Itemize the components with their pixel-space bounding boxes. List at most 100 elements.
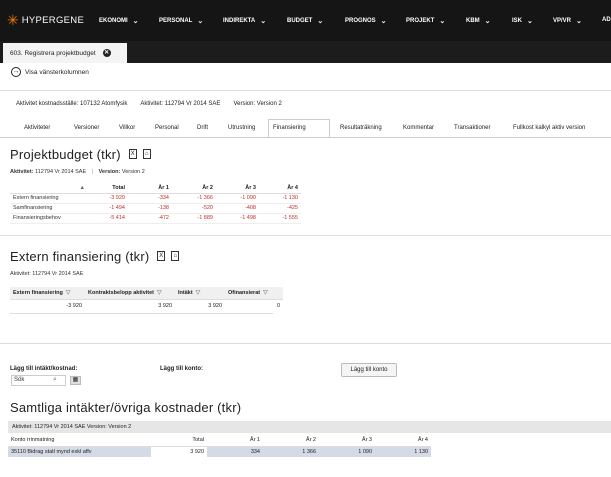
column-header[interactable]: Konto rrinmatning	[8, 435, 151, 447]
nav-projekt[interactable]: PROJEKT ⌄	[406, 17, 445, 25]
column-label: Extern finansiering	[13, 290, 63, 297]
row-label: Extern finansiering	[10, 193, 88, 204]
tab-kommentar[interactable]: Kommentar	[399, 119, 438, 137]
cell[interactable]: 334	[207, 446, 263, 457]
column-header[interactable]: Total	[151, 435, 207, 447]
column-header[interactable]: År 4	[375, 435, 431, 447]
cell: 0	[276, 302, 280, 309]
cell: -3 920	[88, 193, 128, 204]
table-header-row: ▲ Total År 1 År 2 År 3 År 4	[10, 183, 301, 194]
samtliga-heading: Samtliga intäkter/övriga kostnader (tkr)	[10, 400, 242, 415]
cell[interactable]: 1 130	[375, 446, 431, 457]
cell: -425	[259, 203, 301, 214]
cell: -520	[172, 203, 216, 214]
excel-export-icon[interactable]: X	[157, 250, 166, 261]
filter-icon[interactable]: ▽	[196, 290, 201, 296]
add-account-label: Lägg till konto:	[160, 366, 203, 372]
nav-label: PROGNOS	[345, 18, 376, 24]
cell: -1 494	[88, 203, 128, 214]
nav-indirekta[interactable]: INDIREKTA ⌄	[223, 17, 266, 25]
column-header[interactable]: År 2	[172, 183, 216, 194]
column-header[interactable]: Intäkt ▽	[175, 287, 225, 300]
add-account-button[interactable]: Lägg till konto	[341, 363, 397, 377]
tab-personal[interactable]: Personal	[151, 119, 183, 137]
version-value: Version 2	[121, 169, 145, 175]
cell: -1 889	[172, 213, 216, 224]
tab-finansiering[interactable]: Finansiering	[268, 119, 330, 137]
column-header[interactable]: År 1	[128, 183, 172, 194]
column-header[interactable]: Extern finansiering ▽	[10, 287, 85, 300]
grid-icon[interactable]: ▦	[70, 376, 81, 385]
hypergene-logo-icon: ✳	[7, 12, 19, 28]
tab-fullkost[interactable]: Fullkost kalkyl aktiv version	[509, 119, 589, 137]
cell: -334	[128, 193, 172, 204]
nav-personal[interactable]: PERSONAL ⌄	[159, 17, 203, 25]
search-icon[interactable]: ⌕	[53, 376, 57, 384]
pdf-export-icon[interactable]: ⌂	[142, 148, 151, 159]
close-icon[interactable]: ✕	[102, 49, 111, 57]
document-tab-label: 603. Registrera projektbudget	[10, 49, 96, 57]
logo[interactable]: ✳ HYPERGENE	[7, 13, 84, 27]
cell[interactable]: 3 920	[151, 446, 207, 457]
chevron-down-icon: ⌄	[576, 18, 582, 25]
filter-icon[interactable]: ▽	[66, 290, 71, 296]
extern-title: Extern finansiering (tkr)	[10, 249, 150, 264]
cell: -5 414	[88, 213, 128, 224]
tab-resultatrakning[interactable]: Resultaträkning	[336, 119, 386, 137]
tab-villkor[interactable]: Villkor	[115, 119, 139, 137]
cell: -1 130	[259, 193, 301, 204]
chevron-down-icon: ⌄	[527, 18, 533, 25]
tab-aktiviteter[interactable]: Aktiviteter	[20, 119, 54, 137]
document-tab[interactable]: 603. Registrera projektbudget ✕	[3, 43, 127, 63]
chevron-down-icon: ⌄	[197, 18, 204, 25]
tab-transaktioner[interactable]: Transaktioner	[450, 119, 494, 137]
sub-tabs: Aktiviteter Versioner Villkor Personal D…	[11, 119, 611, 137]
tab-utrustning[interactable]: Utrustning	[224, 119, 259, 137]
cell[interactable]: 1 090	[319, 446, 375, 457]
activity-value: 112794 Vr 2014 SAE	[35, 169, 87, 175]
logo-text: HYPERGENE	[21, 14, 85, 26]
chevron-down-icon: ⌄	[439, 18, 446, 25]
filter-icon[interactable]: ▽	[157, 290, 162, 296]
projektbudget-meta: Aktivitet: 112794 Vr 2014 SAE | Version:…	[10, 169, 145, 175]
nav-isk[interactable]: ISK ⌄	[512, 17, 533, 25]
version-text: Version: Version 2	[233, 101, 282, 107]
table-header-row: Extern finansiering ▽ Kontraktsbelopp akt…	[10, 287, 283, 300]
tab-drift[interactable]: Drift	[193, 119, 212, 137]
nav-vpvr[interactable]: VP/VR ⌄	[553, 17, 582, 25]
chevron-down-icon: ⌄	[260, 18, 267, 25]
chevron-down-icon: ⌄	[380, 18, 387, 25]
nav-ad[interactable]: AD	[602, 17, 611, 23]
column-header[interactable]: År 2	[263, 435, 319, 447]
cell: -472	[128, 213, 172, 224]
extern-meta-text: Aktivitet: 112794 Vr 2014 SAE	[10, 271, 84, 277]
column-header[interactable]: Ofinansierat ▽	[225, 287, 283, 300]
column-header[interactable]: Total	[88, 183, 128, 194]
excel-export-icon[interactable]: X	[128, 148, 137, 159]
nav-label: AD	[602, 17, 611, 23]
column-header[interactable]: År 3	[319, 435, 375, 447]
filter-icon[interactable]: ▽	[263, 290, 268, 296]
tab-versioner[interactable]: Versioner	[70, 119, 103, 137]
show-left-column-link[interactable]: → Visa vänsterkolumnen	[11, 67, 89, 77]
cell[interactable]: 1 366	[263, 446, 319, 457]
projektbudget-heading: Projektbudget (tkr) X ⌂	[10, 147, 151, 162]
nav-budget[interactable]: BUDGET ⌄	[287, 17, 323, 25]
pdf-export-icon[interactable]: ⌂	[171, 250, 180, 261]
nav-label: PROJEKT	[406, 18, 435, 24]
chevron-down-icon: ⌄	[484, 18, 491, 25]
search-input[interactable]: Sök	[11, 375, 66, 386]
sort-up-icon[interactable]: ▲	[10, 183, 88, 194]
column-header[interactable]: Kontraktsbelopp aktivitet ▽	[85, 287, 175, 300]
nav-ekonomi[interactable]: EKONOMI ⌄	[99, 17, 139, 25]
column-header[interactable]: År 3	[216, 183, 259, 194]
document-tab-strip: 603. Registrera projektbudget ✕	[0, 41, 611, 63]
column-header[interactable]: År 4	[259, 183, 301, 194]
column-header[interactable]: År 1	[207, 435, 263, 447]
nav-kbm[interactable]: KBM ⌄	[466, 17, 491, 25]
cell: 35110 Bidrag statl mynd exkl affv	[8, 446, 151, 457]
show-left-column-label: Visa vänsterkolumnen	[25, 68, 89, 76]
nav-prognos[interactable]: PROGNOS ⌄	[345, 17, 387, 25]
nav-label: PERSONAL	[159, 18, 193, 24]
samtliga-table: Konto rrinmatning Total År 1 År 2 År 3 Å…	[8, 435, 431, 457]
